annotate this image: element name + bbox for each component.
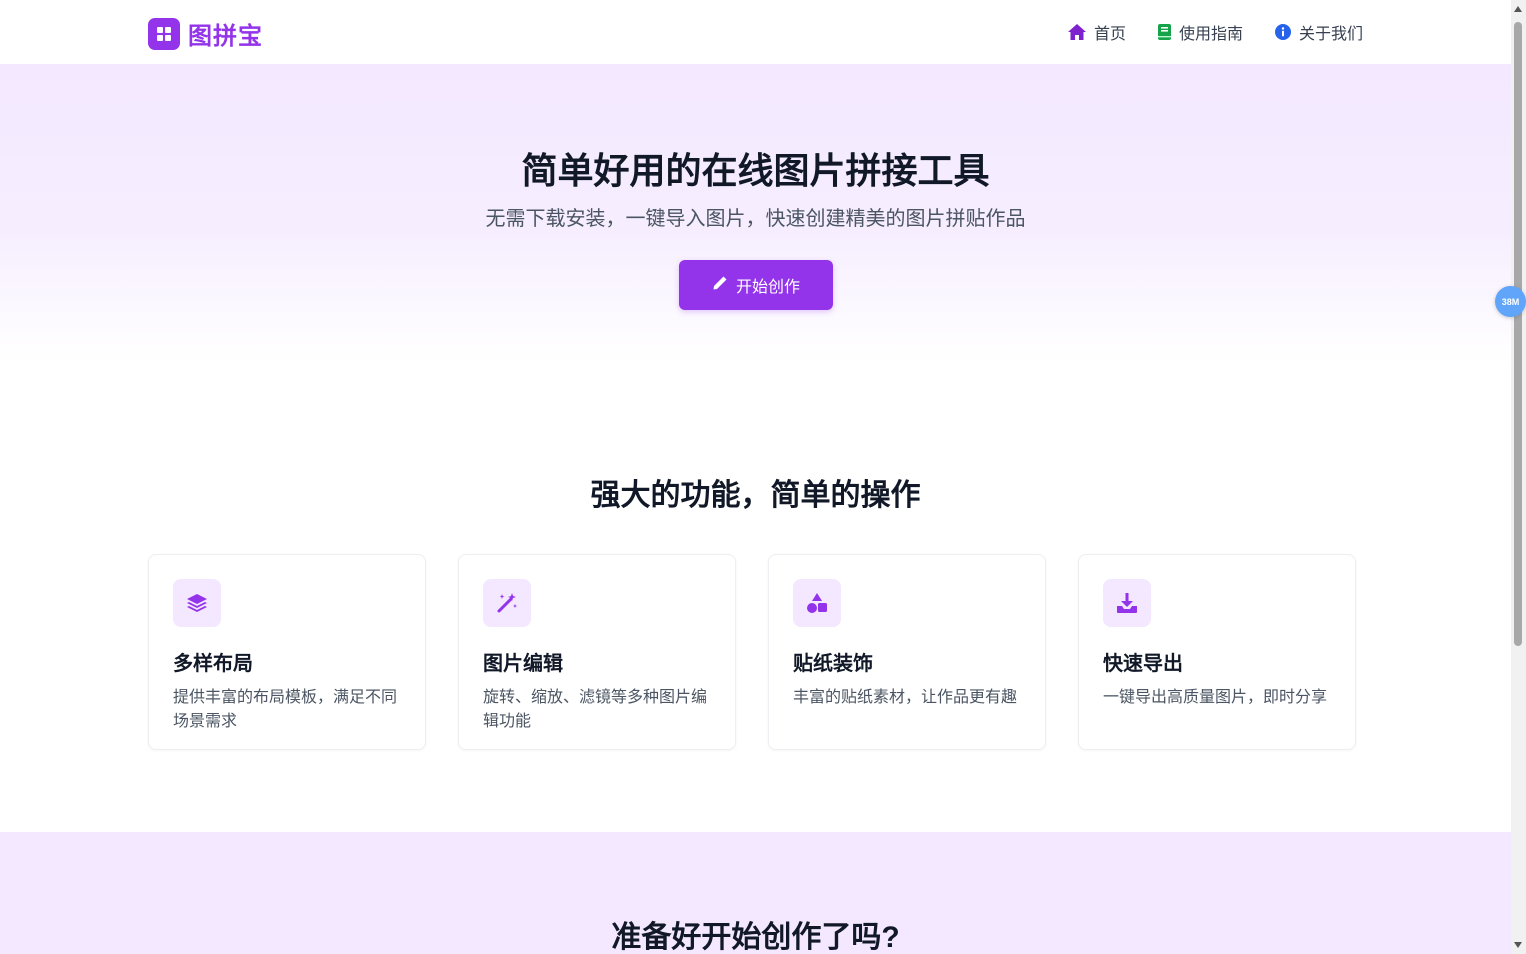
feature-cards: 多样布局 提供丰富的布局模板，满足不同场景需求 图片编辑 旋转、缩放、滤镜等多种… bbox=[148, 554, 1356, 750]
info-icon bbox=[1274, 24, 1291, 40]
book-icon bbox=[1157, 24, 1171, 40]
feature-card-stickers: 贴纸装饰 丰富的贴纸素材，让作品更有趣 bbox=[768, 554, 1046, 750]
top-header: 图拼宝 首页 使用指南 关于我们 bbox=[0, 0, 1511, 64]
feature-desc: 丰富的贴纸素材，让作品更有趣 bbox=[793, 689, 1018, 706]
feature-title: 图片编辑 bbox=[483, 653, 563, 675]
main-nav: 首页 使用指南 关于我们 bbox=[1067, 0, 1363, 64]
nav-label-guide: 使用指南 bbox=[1178, 26, 1243, 43]
shapes-icon bbox=[793, 579, 841, 627]
scroll-up-arrow-icon[interactable] bbox=[1514, 6, 1522, 12]
feature-title: 多样布局 bbox=[173, 653, 253, 675]
memory-badge[interactable]: 38M bbox=[1495, 286, 1526, 317]
feature-card-layouts: 多样布局 提供丰富的布局模板，满足不同场景需求 bbox=[148, 554, 426, 750]
page: 图拼宝 首页 使用指南 关于我们 简单好用的在线图片拼接工具 无需下载安装，一键… bbox=[0, 0, 1511, 954]
hero-section: 简单好用的在线图片拼接工具 无需下载安装，一键导入图片，快速创建精美的图片拼贴作… bbox=[0, 64, 1511, 364]
nav-item-about[interactable]: 关于我们 bbox=[1274, 20, 1363, 44]
feature-title: 贴纸装饰 bbox=[793, 653, 873, 675]
nav-label-about: 关于我们 bbox=[1298, 26, 1363, 43]
nav-item-guide[interactable]: 使用指南 bbox=[1157, 20, 1243, 44]
feature-desc: 提供丰富的布局模板，满足不同场景需求 bbox=[173, 689, 398, 730]
home-icon bbox=[1067, 24, 1086, 40]
start-creating-label: 开始创作 bbox=[735, 279, 800, 296]
magic-wand-icon bbox=[483, 579, 531, 627]
feature-card-export: 快速导出 一键导出高质量图片，即时分享 bbox=[1078, 554, 1356, 750]
grid-logo-icon bbox=[148, 17, 180, 50]
nav-item-home[interactable]: 首页 bbox=[1067, 20, 1126, 44]
feature-desc: 一键导出高质量图片，即时分享 bbox=[1103, 689, 1328, 706]
start-creating-button[interactable]: 开始创作 bbox=[679, 260, 833, 310]
brand-logo[interactable]: 图拼宝 bbox=[148, 16, 263, 51]
bottom-cta-title: 准备好开始创作了吗? bbox=[611, 921, 900, 954]
bottom-cta-section: 准备好开始创作了吗? bbox=[0, 832, 1511, 954]
brand-name: 图拼宝 bbox=[188, 23, 263, 50]
download-icon bbox=[1103, 579, 1151, 627]
scroll-down-arrow-icon[interactable] bbox=[1514, 942, 1522, 948]
hero-subtitle: 无需下载安装，一键导入图片，快速创建精美的图片拼贴作品 bbox=[485, 208, 1026, 230]
vertical-scrollbar[interactable] bbox=[1511, 0, 1526, 954]
hero-title: 简单好用的在线图片拼接工具 bbox=[521, 150, 990, 191]
feature-desc: 旋转、缩放、滤镜等多种图片编辑功能 bbox=[483, 689, 708, 730]
nav-label-home: 首页 bbox=[1093, 26, 1126, 43]
scrollbar-thumb[interactable] bbox=[1514, 22, 1522, 646]
layers-icon bbox=[173, 579, 221, 627]
features-title: 强大的功能，简单的操作 bbox=[590, 479, 921, 512]
feature-title: 快速导出 bbox=[1103, 653, 1183, 675]
pencil-icon bbox=[712, 275, 728, 296]
feature-card-editing: 图片编辑 旋转、缩放、滤镜等多种图片编辑功能 bbox=[458, 554, 736, 750]
